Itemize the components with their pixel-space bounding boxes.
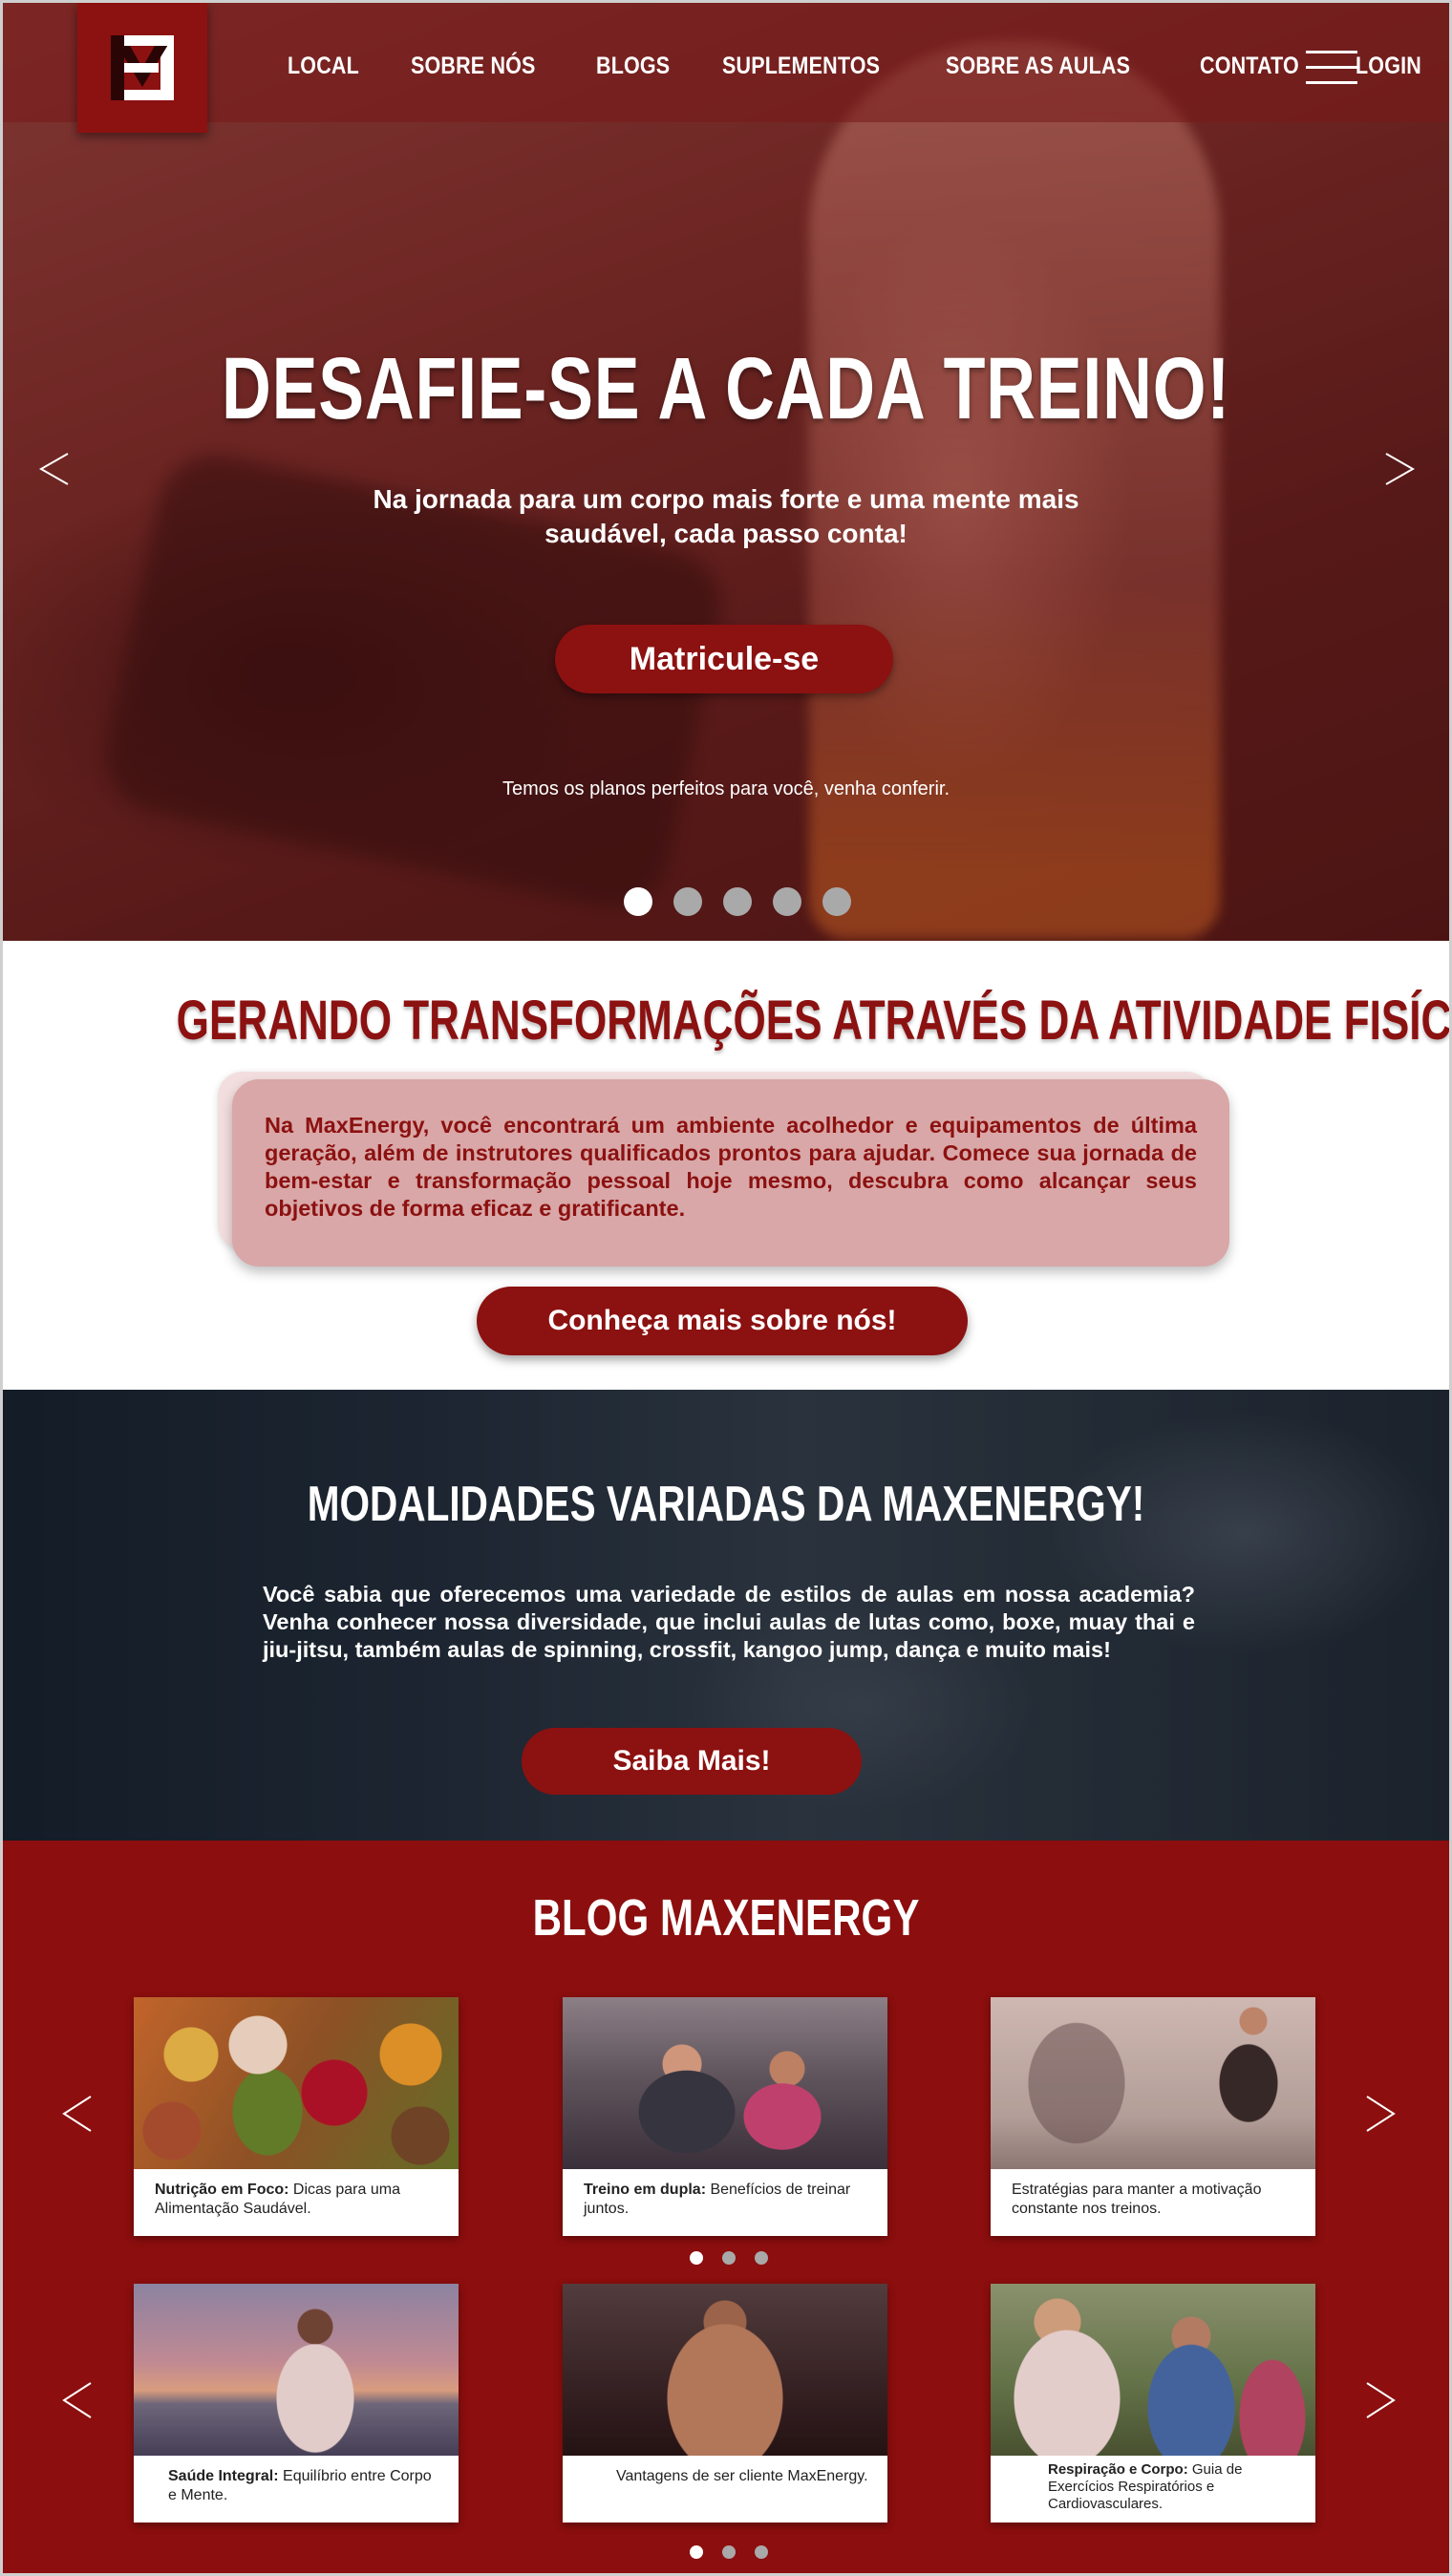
classes-section: MODALIDADES VARIADAS DA MAXENERGY! Você …: [3, 1390, 1449, 1841]
blog-card-image: [563, 2284, 887, 2456]
blog-row1-dots: [690, 2251, 768, 2265]
about-text: Na MaxEnergy, você encontrará um ambient…: [265, 1113, 1197, 1221]
nav-login[interactable]: LOGIN: [1356, 53, 1421, 80]
blog-title: BLOG MAXENERGY: [532, 1889, 920, 1947]
blog-row2-next-arrow-icon[interactable]: [1363, 2381, 1398, 2419]
hero-title: DESAFIE-SE A CADA TREINO!: [221, 340, 1231, 437]
blog-card-image: [991, 2284, 1315, 2456]
blog-card-motivation[interactable]: Estratégias para manter a motivação cons…: [991, 1997, 1315, 2236]
top-navbar: LOCAL SOBRE NÓS BLOGS SUPLEMENTOS SOBRE …: [3, 3, 1449, 133]
blog-row2-dot-1[interactable]: [690, 2545, 703, 2559]
hero-dot-1[interactable]: [624, 887, 652, 916]
hero-next-arrow-icon[interactable]: [1382, 452, 1417, 486]
nav-sobre-as-aulas[interactable]: SOBRE AS AULAS: [946, 53, 1130, 80]
about-more-button[interactable]: Conheça mais sobre nós!: [477, 1287, 968, 1355]
about-card: Na MaxEnergy, você encontrará um ambient…: [232, 1079, 1229, 1267]
about-section: GERANDO TRANSFORMAÇÕES ATRAVÉS DA ATIVID…: [3, 941, 1449, 1390]
page: LOCAL SOBRE NÓS BLOGS SUPLEMENTOS SOBRE …: [0, 0, 1452, 2576]
blog-card-caption: Respiração e Corpo: Guia de Exercícios R…: [1048, 2461, 1243, 2512]
nav-suplementos[interactable]: SUPLEMENTOS: [722, 53, 880, 80]
classes-more-button[interactable]: Saiba Mais!: [522, 1728, 862, 1795]
nav-sobre-nos[interactable]: SOBRE NÓS: [411, 53, 536, 80]
hero-section: LOCAL SOBRE NÓS BLOGS SUPLEMENTOS SOBRE …: [3, 3, 1449, 941]
blog-row1-dot-3[interactable]: [755, 2251, 768, 2265]
hero-note: Temos os planos perfeitos para você, ven…: [502, 778, 950, 799]
blog-card-breathing[interactable]: Respiração e Corpo: Guia de Exercícios R…: [991, 2284, 1315, 2523]
blog-card-integral-health[interactable]: Saúde Integral: Equilíbrio entre Corpo e…: [134, 2284, 459, 2523]
blog-card-image: [134, 2284, 459, 2456]
about-title: GERANDO TRANSFORMAÇÕES ATRAVÉS DA ATIVID…: [176, 990, 1452, 1052]
blog-card-image: [134, 1997, 459, 2169]
maxenergy-logo-icon: [111, 35, 174, 100]
main-nav: LOCAL SOBRE NÓS BLOGS SUPLEMENTOS SOBRE …: [288, 53, 1449, 80]
blog-card-caption: Nutrição em Foco: Dicas para uma Aliment…: [155, 2182, 400, 2217]
blog-row2-dots: [690, 2545, 768, 2559]
blog-row2-dot-2[interactable]: [722, 2545, 736, 2559]
blog-row1-next-arrow-icon[interactable]: [1363, 2095, 1398, 2133]
blog-row1-dot-2[interactable]: [722, 2251, 736, 2265]
blog-card-caption: Treino em dupla: Benefícios de treinar j…: [584, 2182, 851, 2217]
blog-card-image: [991, 1997, 1315, 2169]
hero-dot-4[interactable]: [773, 887, 801, 916]
hero-dot-2[interactable]: [673, 887, 702, 916]
hero-prev-arrow-icon[interactable]: [37, 452, 72, 486]
hero-subtitle: Na jornada para um corpo mais forte e um…: [373, 484, 1079, 548]
blog-section: BLOG MAXENERGY Nutrição em Foco: Dicas p…: [3, 1841, 1449, 2573]
blog-card-nutrition[interactable]: Nutrição em Foco: Dicas para uma Aliment…: [134, 1997, 459, 2236]
nav-blogs[interactable]: BLOGS: [596, 53, 670, 80]
blog-card-caption: Saúde Integral: Equilíbrio entre Corpo e…: [168, 2468, 432, 2503]
blog-card-client-advantages[interactable]: Vantagens de ser cliente MaxEnergy.: [563, 2284, 887, 2523]
blog-card-image: [563, 1997, 887, 2169]
nav-local[interactable]: LOCAL: [288, 53, 359, 80]
hero-dot-3[interactable]: [723, 887, 752, 916]
blog-row1-dot-1[interactable]: [690, 2251, 703, 2265]
blog-card-caption: Vantagens de ser cliente MaxEnergy.: [616, 2468, 868, 2484]
classes-title: MODALIDADES VARIADAS DA MAXENERGY!: [307, 1477, 1145, 1532]
blog-row1-prev-arrow-icon[interactable]: [60, 2095, 95, 2133]
classes-text: Você sabia que oferecemos uma variedade …: [263, 1582, 1195, 1662]
blog-row2-dot-3[interactable]: [755, 2545, 768, 2559]
nav-contato[interactable]: CONTATO: [1200, 53, 1299, 80]
enroll-button[interactable]: Matricule-se: [555, 625, 893, 693]
hero-carousel-dots: [624, 887, 851, 916]
hero-dot-5[interactable]: [822, 887, 851, 916]
blog-row2-prev-arrow-icon[interactable]: [60, 2381, 95, 2419]
blog-card-pair-training[interactable]: Treino em dupla: Benefícios de treinar j…: [563, 1997, 887, 2236]
brand-logo[interactable]: [77, 3, 207, 133]
blog-card-caption: Estratégias para manter a motivação cons…: [1012, 2182, 1262, 2217]
hamburger-icon[interactable]: [1306, 51, 1357, 85]
